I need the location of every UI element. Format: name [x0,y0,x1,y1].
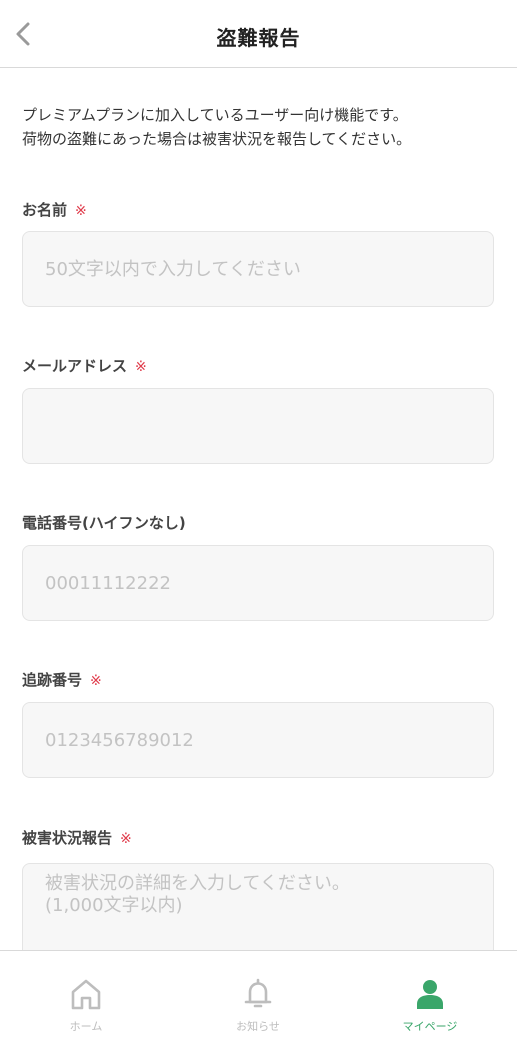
email-input[interactable] [23,389,493,463]
tab-notifications[interactable]: お知らせ [172,951,344,1049]
name-label-text: お名前 [22,201,68,219]
name-label: お名前 ※ [22,199,87,220]
phone-input[interactable] [23,546,493,620]
intro-text: プレミアムプランに加入しているユーザー向け機能です。 荷物の盗難にあった場合は被… [22,103,502,151]
damage-textarea[interactable] [23,864,493,962]
tracking-required-mark: ※ [90,673,102,689]
damage-label: 被害状況報告 ※ [22,827,132,848]
tracking-label-text: 追跡番号 [22,671,83,689]
tab-mypage[interactable]: マイページ [344,951,516,1049]
tab-mypage-label: マイページ [402,1020,458,1033]
tracking-label: 追跡番号 ※ [22,669,102,690]
bell-icon [244,978,272,1008]
email-label: メールアドレス ※ [22,355,147,376]
email-field-box [22,388,494,464]
home-icon [71,979,101,1010]
tracking-field-box [22,702,494,778]
phone-label: 電話番号(ハイフンなし) [22,512,186,533]
damage-label-text: 被害状況報告 [22,829,113,847]
damage-field-box [22,863,494,963]
phone-label-text: 電話番号(ハイフンなし) [22,514,186,532]
email-required-mark: ※ [135,359,147,375]
phone-field-box [22,545,494,621]
bottom-tab-bar: ホーム お知らせ マイページ [0,950,517,1048]
name-required-mark: ※ [75,203,87,219]
name-input[interactable] [23,232,493,306]
damage-required-mark: ※ [120,831,132,847]
tab-home-label: ホーム [69,1020,103,1033]
person-icon [417,980,443,1009]
intro-line-1: プレミアムプランに加入しているユーザー向け機能です。 [22,106,408,124]
tracking-input[interactable] [23,703,493,777]
email-label-text: メールアドレス [22,357,128,375]
page-title: 盗難報告 [216,26,301,50]
app-header: 盗難報告 [0,0,517,68]
tab-home[interactable]: ホーム [0,951,172,1049]
name-field-box [22,231,494,307]
intro-line-2: 荷物の盗難にあった場合は被害状況を報告してください。 [22,130,412,148]
tab-notifications-label: お知らせ [236,1020,280,1033]
